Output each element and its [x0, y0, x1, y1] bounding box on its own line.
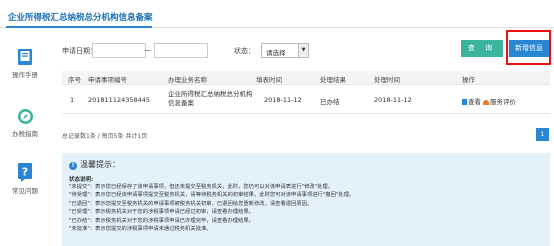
- notice-panel: ! 温馨提示： 状态说明: "未提交"：表示您已经保存了该申请事项，但还未提交至税…: [62, 153, 550, 246]
- chevron-down-icon[interactable]: ▼: [298, 44, 308, 57]
- notice-line: "待受理"：表示您已经该申请事项提交至税务机关，请等待税务机关的初审结果，此时您…: [69, 192, 355, 199]
- rate-service-link[interactable]: 服务评价: [490, 98, 516, 106]
- pager-summary: 总记录数1条 / 每页5条 共计1页: [62, 133, 148, 140]
- view-link[interactable]: 查看: [468, 98, 481, 106]
- notice-subtitle: 状态说明:: [69, 177, 94, 183]
- status-label: 状态：: [234, 47, 255, 55]
- table-row: 1 201811124358445 企业所得税汇总纳税总分机构信息备案 2018…: [62, 86, 550, 114]
- search-toolbar: 申请日期： — 状态： 请选择 ▼ 查 询 新增信息: [62, 40, 550, 62]
- sidebar-item-label: 办税指南: [12, 130, 38, 138]
- view-icon: [462, 99, 467, 105]
- notice-line: "未提交"：表示您已经保存了该申请事项，但还未提交至税务机关，此时，您仍可以对该…: [69, 184, 333, 190]
- notice-line: "已受理"：表示税务机关对于您的涉税事项申请已经过初审，请查看办理结果。: [69, 209, 254, 216]
- sidebar-item-label: 操作手册: [12, 71, 38, 79]
- notice-line: "未批准"：表示您提交的涉税事项申请未通过税务机关批准。: [69, 226, 212, 233]
- svg-text:?: ?: [22, 166, 28, 179]
- status-select-value: 请选择: [266, 49, 286, 57]
- heart-icon: [483, 100, 489, 105]
- sidebar-item-faq[interactable]: ? 常见问题: [0, 162, 50, 195]
- column-header: 处理时间: [374, 76, 400, 84]
- column-header: 操作: [462, 76, 475, 84]
- sidebar-item-label: 常见问题: [12, 187, 38, 195]
- notice-line: "已退回"：表示您提交至税务机关的申请事项被税务机关初审，已退回给您重新修改，请…: [69, 200, 313, 207]
- page-button[interactable]: 1: [536, 128, 549, 141]
- notice-title: ! 温馨提示：: [69, 159, 120, 170]
- active-tab-indicator: [6, 26, 152, 28]
- column-header: 处理结果: [320, 76, 346, 84]
- highlight-box: [506, 30, 551, 65]
- compass-icon: [17, 109, 33, 124]
- row-index: 1: [70, 96, 75, 104]
- status-select[interactable]: 请选择 ▼: [261, 43, 309, 58]
- column-header: 办理业务名称: [168, 76, 207, 84]
- row-actions: 查看 服务评价: [462, 96, 516, 106]
- date-to-input[interactable]: [154, 43, 208, 58]
- left-sidebar: 操作手册 办税指南 ? 常见问题: [0, 42, 50, 246]
- application-number: 201811124358445: [88, 96, 151, 104]
- sidebar-item-guide[interactable]: 办税指南: [0, 108, 50, 138]
- column-header: 序号: [68, 76, 81, 84]
- sidebar-item-manual[interactable]: 操作手册: [0, 48, 50, 79]
- table-header: 序号 申请事项编号 办理业务名称 填表时间 处理结果 处理时间 操作: [62, 71, 550, 85]
- column-header: 填表时间: [256, 76, 282, 84]
- column-header: 申请事项编号: [88, 76, 127, 84]
- notice-line: "已办结"：表示税务机关对于您的涉税事项申请已办理完毕，请查看办理结果。: [69, 217, 254, 224]
- business-name: 企业所得税汇总纳税总分机构信息备案: [168, 90, 253, 107]
- date-separator: —: [144, 46, 151, 54]
- book-icon: [18, 49, 32, 65]
- page-tab-title[interactable]: 企业所得税汇总纳税总分机构信息备案: [8, 11, 153, 23]
- date-from-input[interactable]: [92, 43, 146, 58]
- fill-time: 2018-11-12: [264, 96, 302, 104]
- process-time: 2018-11-12: [374, 96, 412, 104]
- notice-lines: "未提交"：表示您已经保存了该申请事项，但还未提交至税务机关，此时，您仍可以对该…: [69, 183, 547, 233]
- process-result: 已办结: [320, 98, 340, 106]
- query-button[interactable]: 查 询: [461, 40, 503, 57]
- info-icon: !: [69, 162, 77, 170]
- notice-title-text: 温馨提示：: [80, 160, 120, 169]
- question-icon: ?: [18, 163, 32, 182]
